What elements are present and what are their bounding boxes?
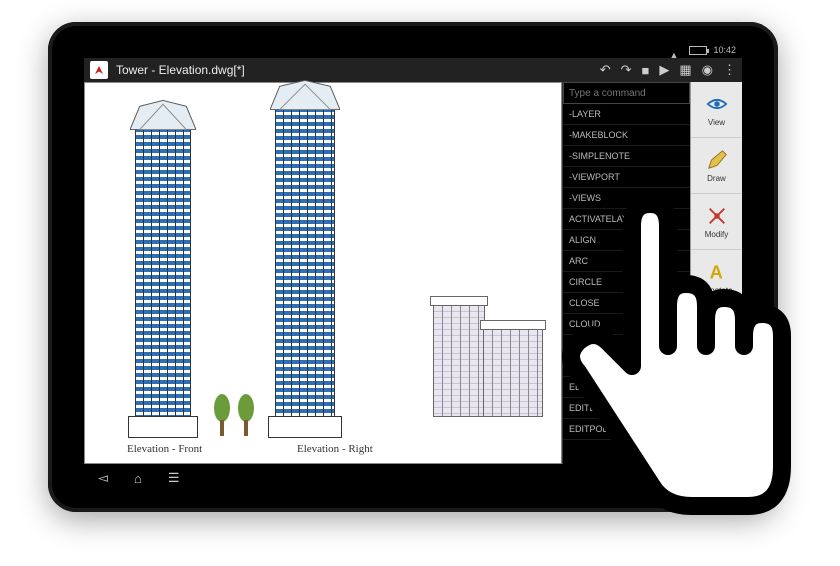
command-item[interactable]: ARC: [563, 251, 690, 272]
tower-front-base: [128, 416, 198, 438]
redo-button[interactable]: ↷: [621, 62, 632, 78]
battery-icon: [689, 46, 707, 55]
command-item[interactable]: CLOSE: [563, 293, 690, 314]
tower-front: [135, 127, 191, 417]
command-item[interactable]: ALIGN: [563, 230, 690, 251]
command-item[interactable]: -SIMPLENOTE: [563, 146, 690, 167]
command-panel: -LAYER -MAKEBLOCK -SIMPLENOTE -VIEWPORT …: [562, 82, 690, 464]
tool-label: Insert: [706, 342, 726, 351]
tool-label: Modify: [705, 230, 729, 239]
undo-button[interactable]: ↶: [600, 62, 611, 78]
label-elevation-front: Elevation - Front: [127, 444, 202, 455]
tool-draw[interactable]: Draw: [691, 138, 742, 194]
screen: 10:42 Tower - Elevation.dwg[*] ↶ ↷ ■ ▶ ▦…: [84, 42, 742, 492]
svg-text:A: A: [709, 261, 722, 282]
command-item[interactable]: -VIEWPORT: [563, 167, 690, 188]
app-title-bar: Tower - Elevation.dwg[*] ↶ ↷ ■ ▶ ▦ ◉ ⋮: [84, 58, 742, 82]
tool-modify[interactable]: Modify: [691, 194, 742, 250]
command-item[interactable]: CLOUD: [563, 314, 690, 335]
command-item[interactable]: -VIEWS: [563, 188, 690, 209]
nav-home-icon[interactable]: ⌂: [134, 471, 142, 486]
stop-button[interactable]: ■: [642, 63, 650, 78]
command-item[interactable]: COPY: [563, 335, 690, 356]
document-title: Tower - Elevation.dwg[*]: [116, 63, 245, 77]
android-nav-bar: ◅ ⌂ ☰: [84, 464, 742, 492]
tower-front-crown: [130, 100, 196, 130]
title-actions: ↶ ↷ ■ ▶ ▦ ◉ ⋮: [600, 62, 736, 78]
wifi-icon: [669, 45, 683, 55]
right-building-group: [433, 297, 543, 417]
command-item[interactable]: ACTIVATELAYER: [563, 209, 690, 230]
command-item[interactable]: EDITPOLYLINE: [563, 419, 690, 440]
menu-icon[interactable]: ⋮: [723, 62, 736, 78]
nav-recent-icon[interactable]: ☰: [168, 470, 180, 486]
tower-right: [275, 107, 335, 417]
drawing-canvas[interactable]: Elevation - Front Elevation - Right: [84, 82, 562, 464]
command-item[interactable]: DELETE: [563, 356, 690, 377]
tree-icon: [235, 392, 257, 441]
tool-insert[interactable]: Insert: [691, 306, 742, 362]
tool-annotate[interactable]: A Annotate: [691, 250, 742, 306]
right-building-a: [433, 305, 485, 417]
tree-icon: [211, 392, 233, 441]
command-item[interactable]: EDITLAYER: [563, 377, 690, 398]
grid-icon[interactable]: ▦: [679, 62, 691, 78]
command-item[interactable]: -MAKEBLOCK: [563, 125, 690, 146]
visibility-icon[interactable]: ◉: [702, 62, 713, 78]
right-building-b: [483, 329, 543, 417]
tool-label: View: [708, 118, 725, 127]
status-time: 10:42: [713, 45, 736, 55]
play-button[interactable]: ▶: [659, 62, 669, 78]
command-input[interactable]: [563, 82, 690, 104]
tower-right-base: [268, 416, 342, 438]
tool-label: Annotate: [700, 286, 732, 295]
tool-view[interactable]: View: [691, 82, 742, 138]
tablet-frame: 10:42 Tower - Elevation.dwg[*] ↶ ↷ ■ ▶ ▦…: [48, 22, 778, 512]
tool-format[interactable]: Format: [691, 362, 742, 418]
tool-label: Draw: [707, 174, 726, 183]
app-icon: [90, 61, 108, 79]
nav-back-icon[interactable]: ◅: [98, 470, 108, 486]
main-area: Elevation - Front Elevation - Right -LAY…: [84, 82, 742, 464]
command-list[interactable]: -LAYER -MAKEBLOCK -SIMPLENOTE -VIEWPORT …: [563, 104, 690, 464]
command-item[interactable]: CIRCLE: [563, 272, 690, 293]
label-elevation-right: Elevation - Right: [297, 444, 373, 455]
command-item[interactable]: -LAYER: [563, 104, 690, 125]
android-status-bar: 10:42: [84, 42, 742, 58]
command-item[interactable]: EDITBLOCKATTRIBUTE: [563, 398, 690, 419]
tool-strip: View Draw Modify A Annotate Insert: [690, 82, 742, 464]
tower-right-crown: [270, 80, 340, 110]
tool-label: Format: [704, 398, 729, 407]
